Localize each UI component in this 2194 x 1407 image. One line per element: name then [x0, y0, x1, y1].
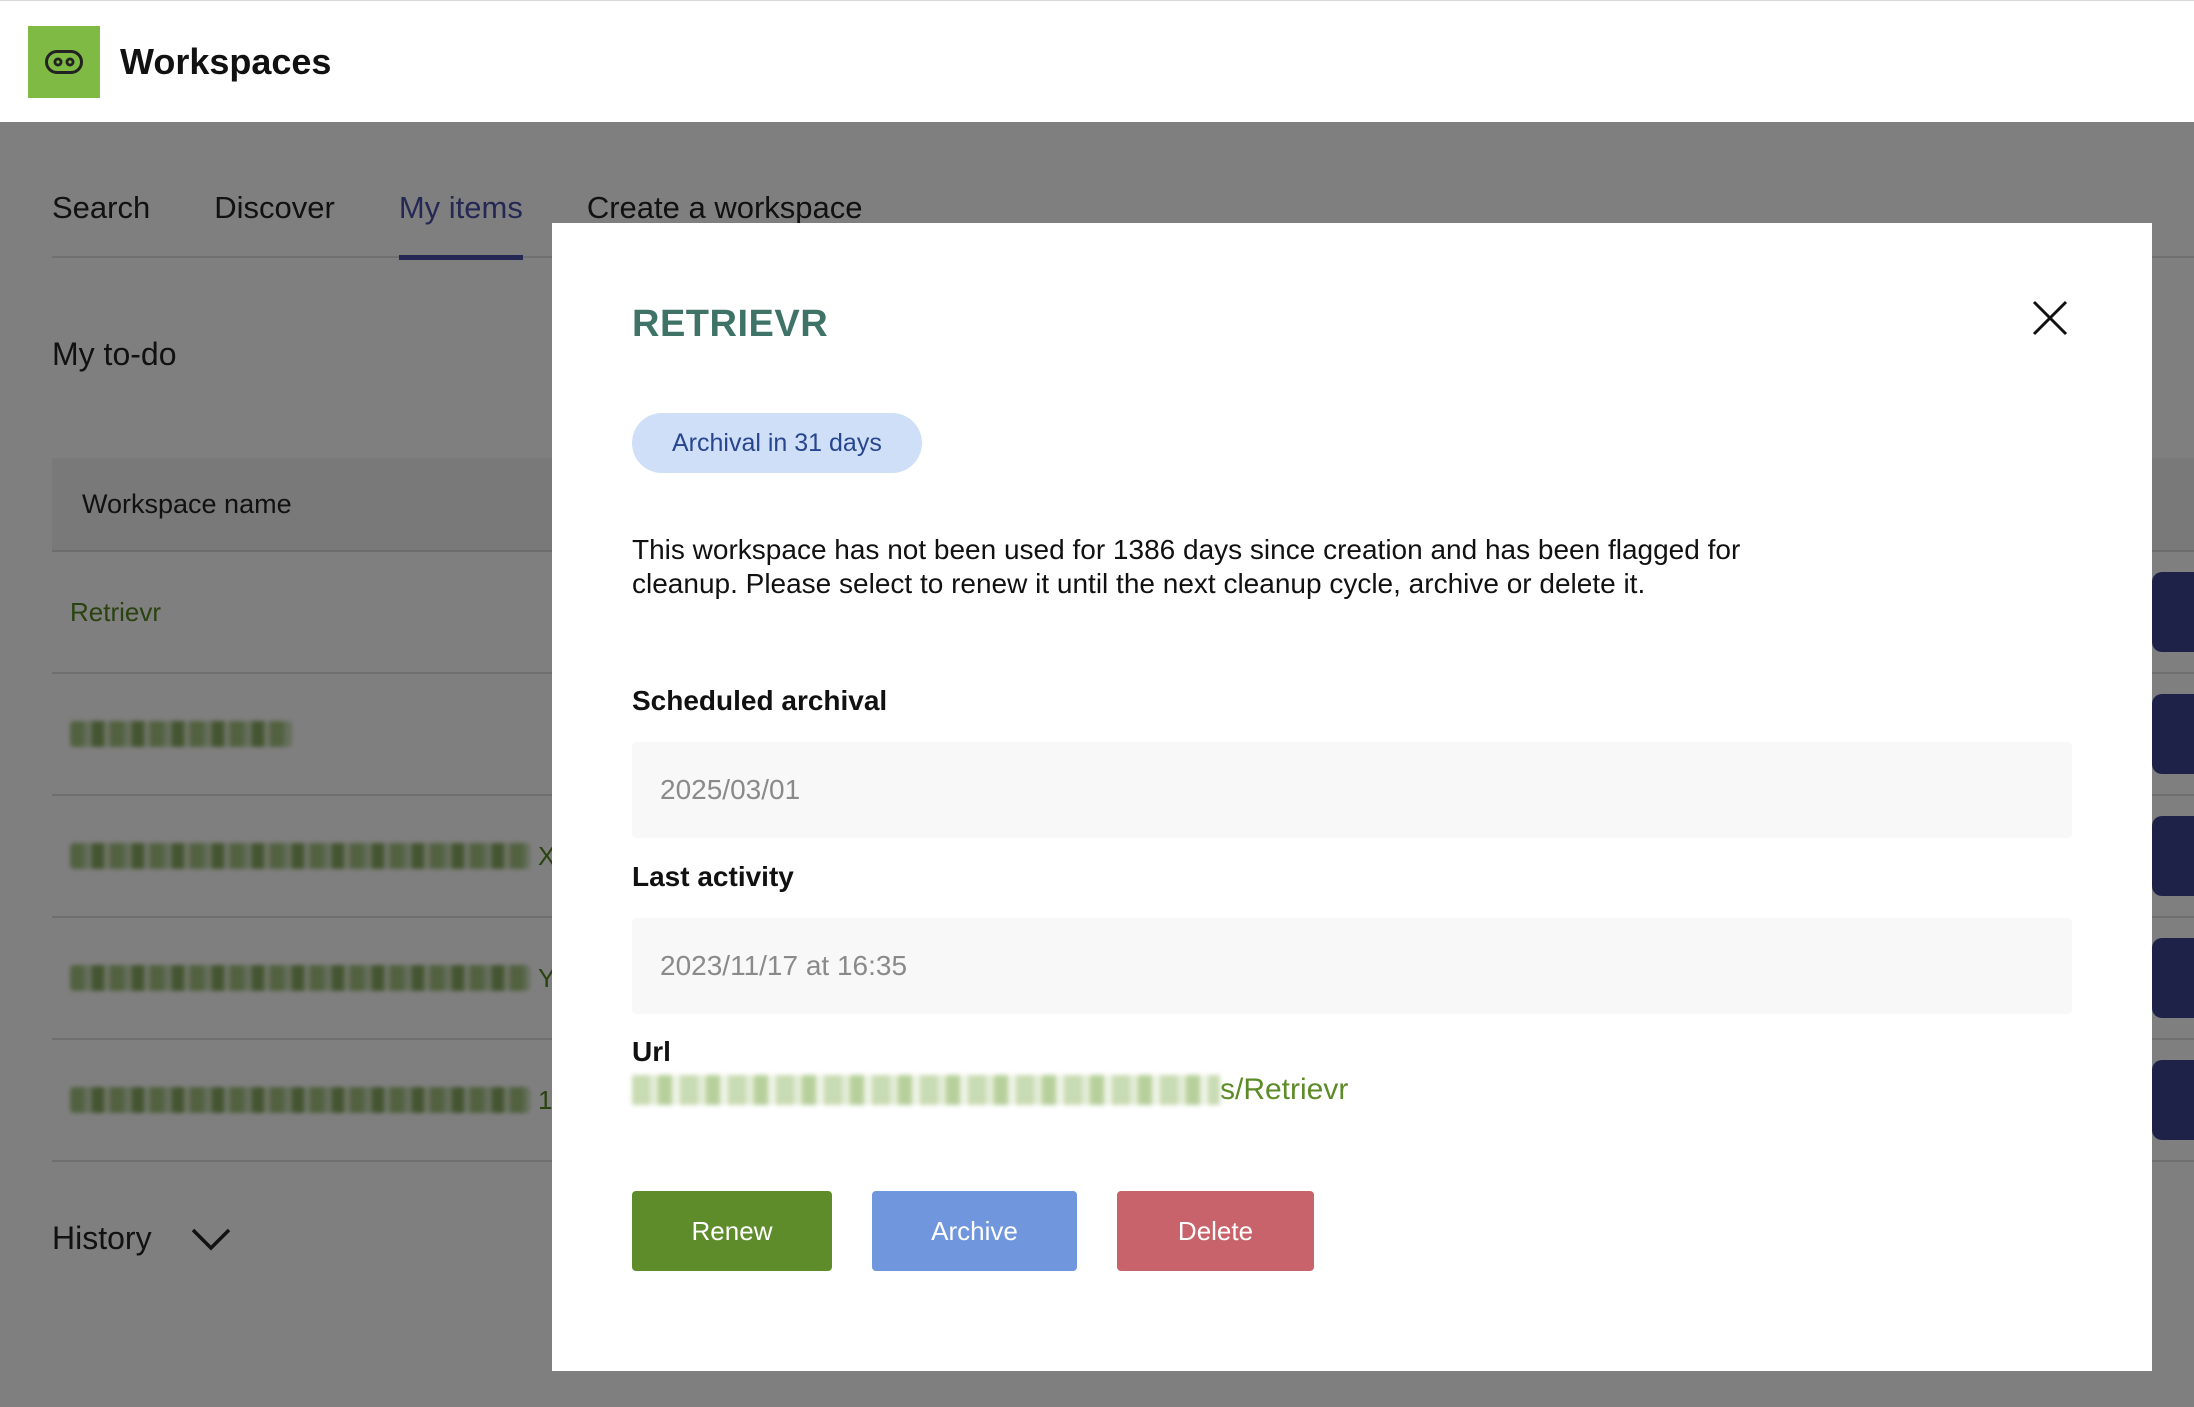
app-header: Workspaces — [0, 0, 2194, 122]
url-suffix: s/Retrievr — [1220, 1073, 1349, 1106]
workspace-cleanup-dialog: RETRIEVR Archival in 31 days This worksp… — [552, 223, 2152, 1371]
archive-button[interactable]: Archive — [872, 1191, 1077, 1271]
delete-button[interactable]: Delete — [1117, 1191, 1314, 1271]
workspace-url-link[interactable]: s/Retrievr — [632, 1073, 1348, 1107]
close-icon[interactable] — [2030, 298, 2070, 338]
last-activity-label: Last activity — [632, 861, 794, 892]
url-label: Url — [632, 1036, 671, 1067]
dialog-title: RETRIEVR — [632, 303, 829, 345]
archival-status-badge: Archival in 31 days — [632, 413, 922, 473]
scheduled-archival-label: Scheduled archival — [632, 685, 888, 716]
last-activity-field: 2023/11/17 at 16:35 — [632, 918, 2072, 1014]
dialog-description: This workspace has not been used for 138… — [632, 534, 1741, 599]
workspaces-logo-icon — [28, 25, 100, 98]
redacted-url-prefix — [632, 1075, 1220, 1105]
renew-button[interactable]: Renew — [632, 1191, 832, 1271]
app-title: Workspaces — [120, 40, 332, 82]
scheduled-archival-field: 2025/03/01 — [632, 742, 2072, 838]
app-root: Workspaces Search Discover My items Crea… — [0, 0, 2194, 1407]
